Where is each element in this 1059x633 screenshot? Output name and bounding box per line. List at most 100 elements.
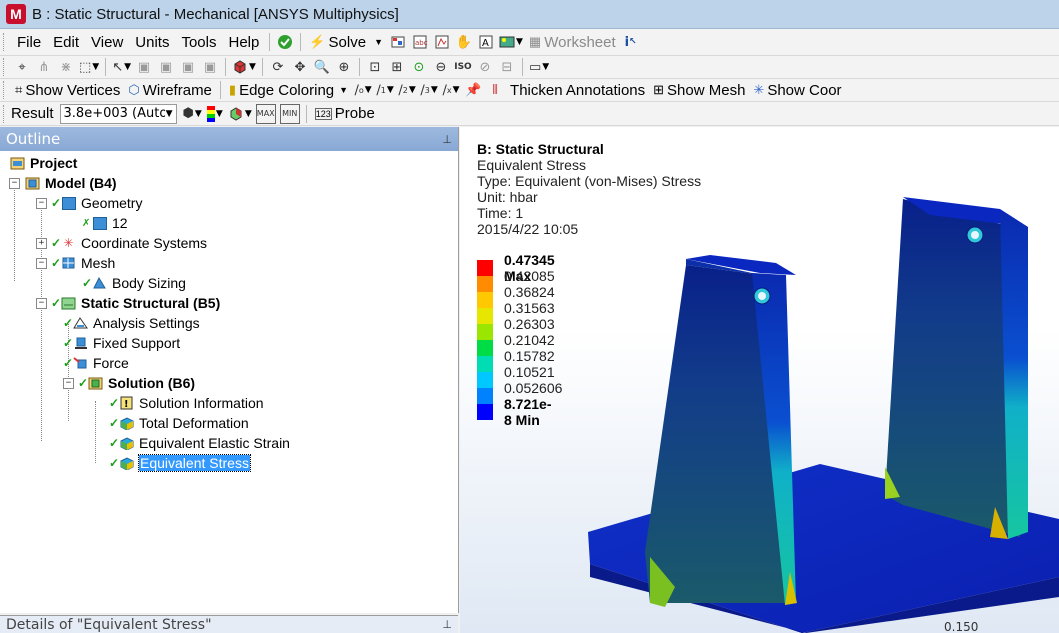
tree-item-mesh[interactable]: − ✓ Mesh	[36, 253, 115, 273]
tree-item-body-12[interactable]: ✗ 12	[82, 213, 128, 233]
select-face-icon[interactable]: ▣	[179, 58, 197, 76]
help-cursor-icon[interactable]: i ↖	[622, 33, 640, 51]
zoom-icon[interactable]: 🔍	[313, 58, 331, 76]
collapse-icon[interactable]: −	[36, 257, 47, 269]
toolbar-grip[interactable]	[3, 104, 7, 123]
box-zoom-icon[interactable]: ⊕	[335, 58, 353, 76]
iso-view-icon[interactable]: ISO	[454, 58, 472, 76]
collapse-icon[interactable]: −	[36, 297, 47, 309]
edge-coloring-button[interactable]: ▮ Edge Coloring ▼	[229, 82, 348, 99]
edge-2-icon[interactable]: ∕ 2 ▼	[398, 81, 416, 99]
menu-tools[interactable]: Tools	[175, 34, 222, 51]
tree-item-force[interactable]: ✓ Force	[63, 353, 129, 373]
probe-button[interactable]: 123 Probe	[314, 105, 375, 122]
graphics-viewport[interactable]: B: Static Structural Equivalent Stress T…	[460, 127, 1059, 633]
pin-icon[interactable]: 📌	[464, 81, 482, 99]
pick-icon[interactable]: ⋔	[35, 58, 53, 76]
tree-item-solution-information[interactable]: ✓ ! Solution Information	[109, 393, 264, 413]
tree-item-analysis-settings[interactable]: ✓ Analysis Settings	[63, 313, 200, 333]
chevron-down-icon: ▼	[215, 108, 223, 119]
expand-icon[interactable]: +	[36, 237, 47, 249]
tree-item-fixed-support[interactable]: ✓ Fixed Support	[63, 333, 180, 353]
min-label-icon[interactable]: MIN	[279, 103, 300, 124]
select-vertex-icon[interactable]: ▣	[135, 58, 153, 76]
contour-bands-icon[interactable]: ▼	[206, 105, 224, 123]
geometry-display-icon[interactable]: ⬢ ▼	[183, 105, 202, 123]
check-icon: ✓	[109, 456, 120, 470]
show-vertices-button[interactable]: ⌗ Show Vertices	[15, 82, 120, 99]
pin-icon[interactable]: ⊥	[442, 618, 452, 631]
thicken-annotations-button[interactable]: Thicken Annotations	[510, 82, 645, 99]
tree-item-equivalent-stress[interactable]: ✓ Equivalent Stress	[109, 453, 251, 473]
select-mode-icon[interactable]: ⬚ ▼	[79, 58, 99, 76]
zoom-to-fit-icon[interactable]: ⊡	[366, 58, 384, 76]
pan-icon[interactable]: ✥	[291, 58, 309, 76]
tree-label: Coordinate Systems	[81, 235, 208, 251]
tree-item-geometry[interactable]: − ✓ Geometry	[36, 193, 142, 213]
pick-xyz-icon[interactable]: ⋇	[57, 58, 75, 76]
x-icon: ✗	[82, 217, 91, 229]
worksheet-button[interactable]: ▦ Worksheet	[529, 34, 616, 51]
edge-no-wireframe-icon[interactable]: ∕ o ▼	[354, 81, 372, 99]
collapse-icon[interactable]: −	[9, 177, 20, 189]
title-bar: M B : Static Structural - Mechanical [AN…	[0, 0, 1059, 29]
max-label-icon[interactable]: MAX	[255, 103, 276, 124]
solve-button[interactable]: ⚡ Solve ▼	[309, 34, 383, 51]
deformation-scale-select[interactable]: 3.8e+003 (Auto S ▼	[59, 103, 177, 124]
report-icon[interactable]: abc	[411, 33, 429, 51]
select-pointer-icon[interactable]: ↖ ▼	[112, 58, 131, 76]
menu-file[interactable]: File	[11, 34, 47, 51]
tree-item-static-structural[interactable]: − ✓ Static Structural (B5)	[36, 293, 220, 313]
menu-bar: File Edit View Units Tools Help ⚡ Solve …	[0, 29, 1059, 56]
tree-item-project[interactable]: Project	[9, 153, 77, 173]
set-view-icon[interactable]: ⊟	[498, 58, 516, 76]
thicken-icon[interactable]: ⫴	[486, 81, 504, 99]
image-capture-icon[interactable]	[433, 33, 451, 51]
tree-label: Fixed Support	[93, 335, 181, 351]
edge-x-icon[interactable]: ∕ x ▼	[442, 81, 460, 99]
check-solution-icon[interactable]	[276, 33, 294, 51]
comment-icon[interactable]: ✋	[455, 33, 473, 51]
analysis-settings-icon	[72, 316, 89, 331]
toolbar-grip[interactable]	[3, 58, 7, 76]
select-edge-icon[interactable]: ▣	[157, 58, 175, 76]
wireframe-button[interactable]: ⬡ Wireframe	[128, 82, 212, 99]
new-analysis-icon[interactable]	[389, 33, 407, 51]
edges-display-icon[interactable]: ▼	[228, 105, 252, 123]
edge-3-icon[interactable]: ∕ 3 ▼	[420, 81, 438, 99]
rotate-icon[interactable]: ⟳	[269, 58, 287, 76]
pick-point-icon[interactable]: ⌖	[13, 58, 31, 76]
tree-item-total-deformation[interactable]: ✓ Total Deformation	[109, 413, 249, 433]
next-view-icon[interactable]: ⊘	[476, 58, 494, 76]
tree-item-solution[interactable]: − ✓ Solution (B6)	[63, 373, 195, 393]
viewport-layout-icon[interactable]: ▭ ▼	[529, 58, 549, 76]
toolbar-separator	[225, 58, 227, 76]
annotation-text-icon[interactable]: A	[477, 33, 495, 51]
edge-coloring-icon: ▮	[228, 82, 237, 97]
tree-item-equivalent-elastic-strain[interactable]: ✓ Equivalent Elastic Strain	[109, 433, 290, 453]
previous-view-icon[interactable]: ⊖	[432, 58, 450, 76]
cube-view-icon[interactable]: ▼	[232, 58, 256, 76]
toolbar-grip[interactable]	[3, 33, 7, 51]
collapse-icon[interactable]: −	[36, 197, 47, 209]
tree-connector	[14, 181, 15, 281]
pin-icon[interactable]: ⊥	[442, 133, 452, 146]
select-body-icon[interactable]: ▣	[201, 58, 219, 76]
image-icon[interactable]: ▼	[499, 33, 523, 51]
check-icon: ✓	[51, 256, 62, 270]
tree-item-model[interactable]: − Model (B4)	[9, 173, 117, 193]
menu-help[interactable]: Help	[223, 34, 266, 51]
show-coordinates-button[interactable]: ✳ Show Coor	[753, 82, 841, 99]
collapse-icon[interactable]: −	[63, 377, 74, 389]
menu-view[interactable]: View	[85, 34, 129, 51]
tree-item-body-sizing[interactable]: ✓ Body Sizing	[82, 273, 186, 293]
menu-edit[interactable]: Edit	[47, 34, 85, 51]
edge-1-icon[interactable]: ∕ 1 ▼	[376, 81, 394, 99]
tree-item-coordinate-systems[interactable]: + ✓ ✳ Coordinate Systems	[36, 233, 207, 253]
zoom-green-icon[interactable]: ⊙	[410, 58, 428, 76]
menu-units[interactable]: Units	[129, 34, 175, 51]
show-mesh-button[interactable]: ⊞ Show Mesh	[653, 82, 745, 99]
toolbar-grip[interactable]	[3, 81, 7, 99]
sizing-icon	[91, 276, 108, 291]
magnifier-icon[interactable]: ⊞	[388, 58, 406, 76]
